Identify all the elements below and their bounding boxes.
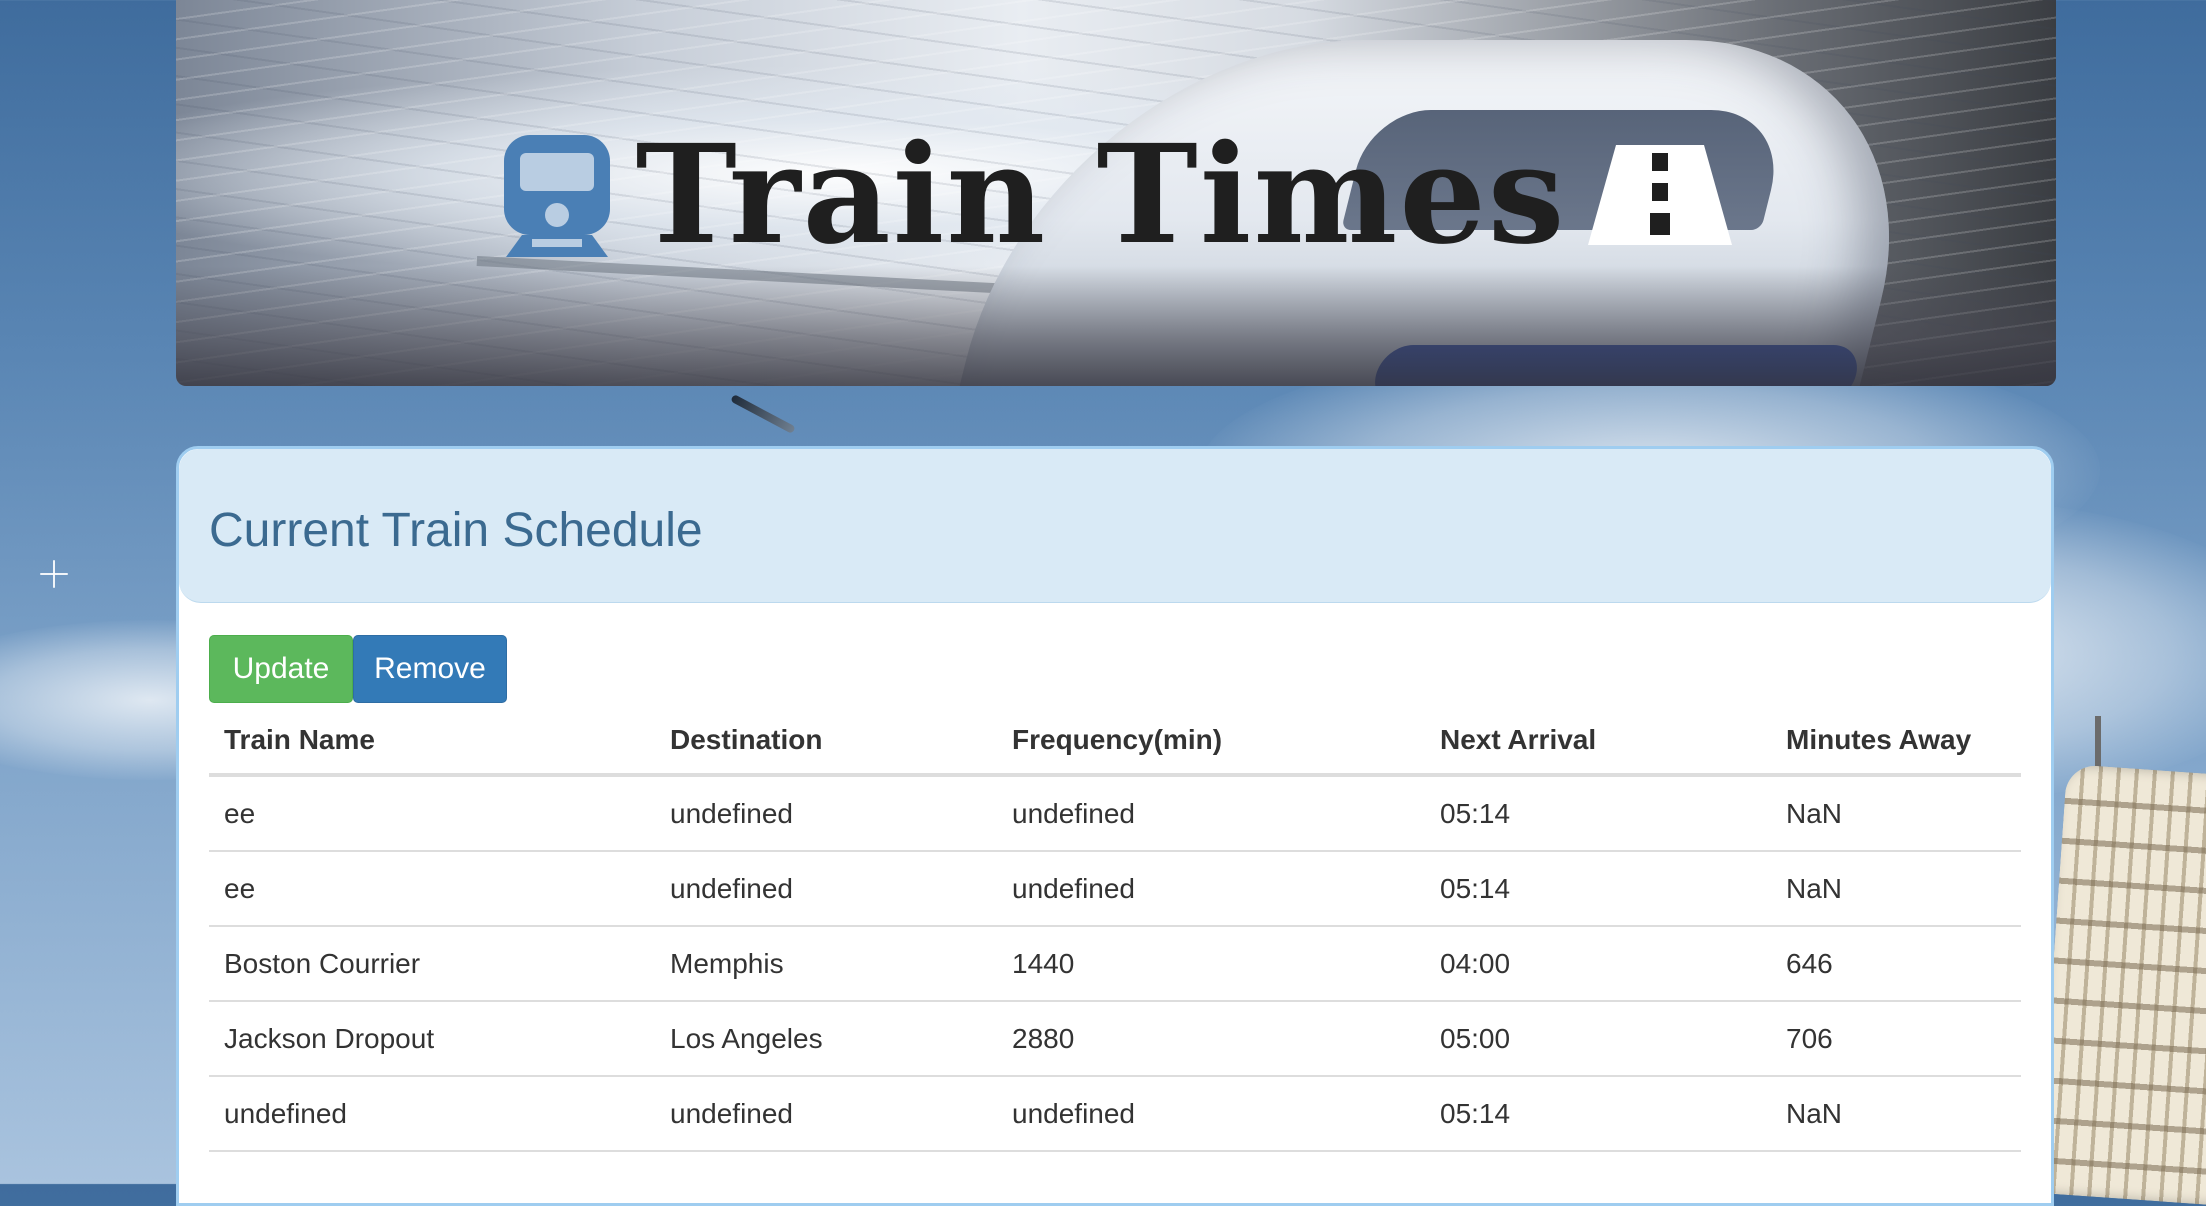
cell-frequency: undefined <box>997 775 1425 852</box>
cell-next-arrival: 05:14 <box>1425 775 1771 852</box>
table-header-row: Train Name Destination Frequency(min) Ne… <box>209 707 2021 777</box>
train-icon <box>500 131 614 259</box>
remove-button[interactable]: Remove <box>353 635 507 703</box>
column-header-frequency: Frequency(min) <box>997 707 1425 777</box>
banner-title: Train Times <box>176 120 2056 270</box>
cell-next-arrival: 05:14 <box>1425 851 1771 927</box>
column-header-destination: Destination <box>655 707 997 777</box>
table-row: Jackson Dropout Los Angeles 2880 05:00 7… <box>209 1001 2021 1077</box>
cell-minutes-away: NaN <box>1771 1076 2021 1152</box>
airplane-decoration <box>730 394 796 434</box>
cell-train-name: ee <box>209 775 655 852</box>
table-row: undefined undefined undefined 05:14 NaN <box>209 1076 2021 1152</box>
cell-minutes-away: NaN <box>1771 775 2021 852</box>
sparkle-icon <box>40 560 68 588</box>
header-banner: Train Times <box>176 0 2056 386</box>
cell-train-name: undefined <box>209 1076 655 1152</box>
schedule-table: Train Name Destination Frequency(min) Ne… <box>209 707 2021 1152</box>
cell-next-arrival: 05:14 <box>1425 1076 1771 1152</box>
panel-heading: Current Train Schedule <box>179 449 2051 603</box>
schedule-panel: Current Train Schedule Update Remove Tra… <box>176 446 2054 1206</box>
cell-train-name: Boston Courrier <box>209 926 655 1002</box>
cell-destination: undefined <box>655 775 997 852</box>
app-title: Train Times <box>635 115 1567 275</box>
cell-minutes-away: NaN <box>1771 851 2021 927</box>
cell-destination: undefined <box>655 1076 997 1152</box>
cell-minutes-away: 706 <box>1771 1001 2021 1077</box>
cell-train-name: ee <box>209 851 655 927</box>
column-header-next-arrival: Next Arrival <box>1425 707 1771 777</box>
cell-next-arrival: 04:00 <box>1425 926 1771 1002</box>
update-button[interactable]: Update <box>209 635 353 703</box>
cell-train-name: Jackson Dropout <box>209 1001 655 1077</box>
table-row: Boston Courrier Memphis 1440 04:00 646 <box>209 926 2021 1002</box>
cell-frequency: undefined <box>997 851 1425 927</box>
column-header-minutes-away: Minutes Away <box>1771 707 2021 777</box>
track-ground <box>176 266 2056 386</box>
road-icon <box>1588 145 1733 245</box>
cell-frequency: undefined <box>997 1076 1425 1152</box>
cell-destination: Los Angeles <box>655 1001 997 1077</box>
leaning-tower-image <box>2037 763 2206 1206</box>
cell-minutes-away: 646 <box>1771 926 2021 1002</box>
cell-frequency: 1440 <box>997 926 1425 1002</box>
cell-destination: undefined <box>655 851 997 927</box>
table-row: ee undefined undefined 05:14 NaN <box>209 851 2021 927</box>
panel-title: Current Train Schedule <box>209 504 703 557</box>
cell-frequency: 2880 <box>997 1001 1425 1077</box>
panel-body: Update Remove Train Name Destination Fre… <box>179 603 2051 1152</box>
action-buttons: Update Remove <box>209 635 2021 703</box>
column-header-train-name: Train Name <box>209 707 655 777</box>
cell-destination: Memphis <box>655 926 997 1002</box>
cell-next-arrival: 05:00 <box>1425 1001 1771 1077</box>
table-row: ee undefined undefined 05:14 NaN <box>209 775 2021 852</box>
